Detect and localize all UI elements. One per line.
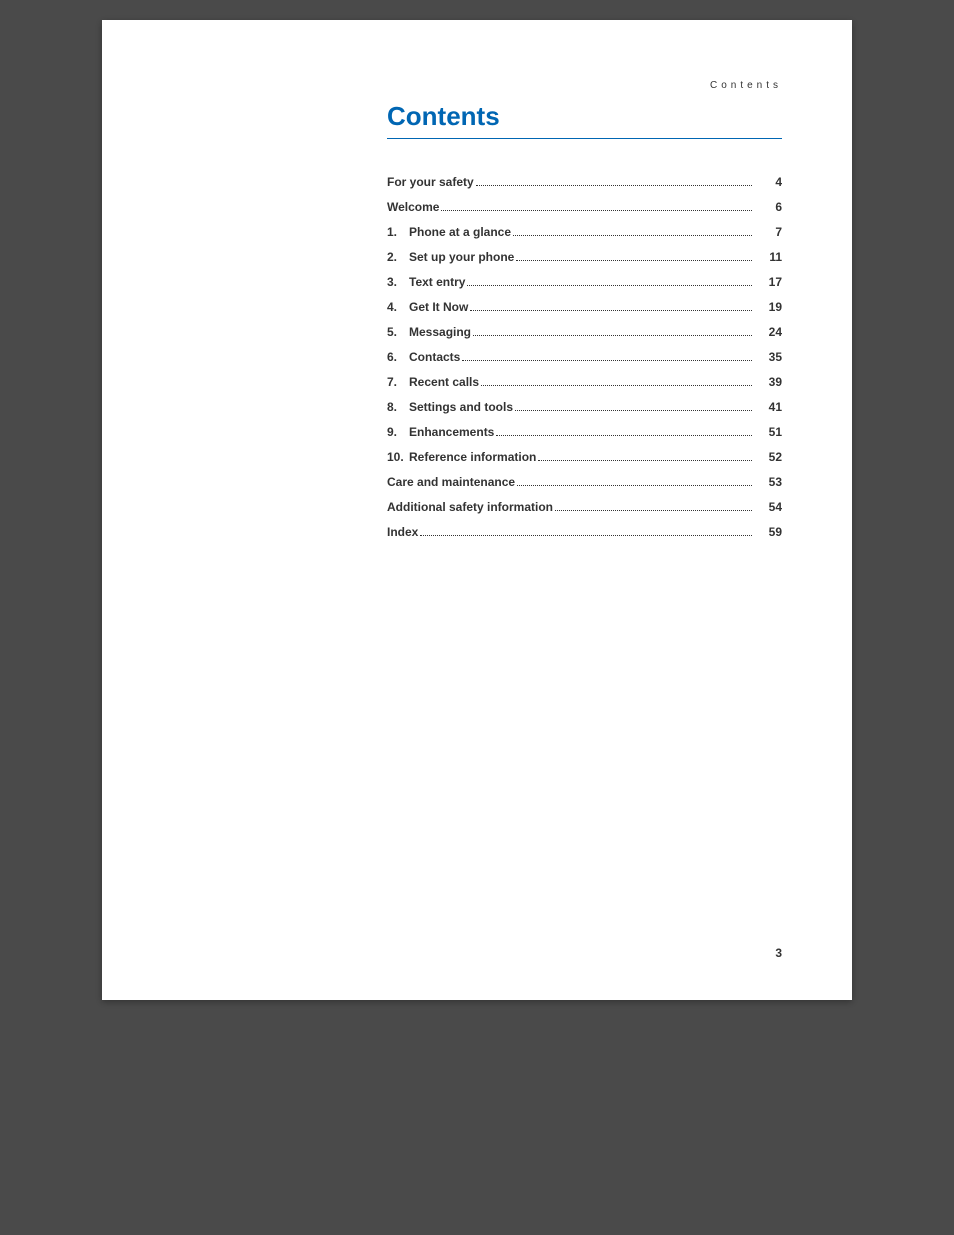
toc-entry[interactable]: 8.Settings and tools 41 bbox=[387, 400, 782, 414]
toc-entry-title: Care and maintenance bbox=[387, 475, 515, 489]
toc-entry-dots bbox=[467, 285, 752, 286]
toc-entry-title: Phone at a glance bbox=[409, 225, 511, 239]
toc-entry-title: For your safety bbox=[387, 175, 474, 189]
content-area: Contents Contents For your safety 4 Welcom… bbox=[387, 80, 782, 539]
toc-entry-dots bbox=[481, 385, 752, 386]
toc-entry[interactable]: 2.Set up your phone 11 bbox=[387, 250, 782, 264]
toc-entry-dots bbox=[538, 460, 752, 461]
toc-entry-page: 7 bbox=[754, 225, 782, 239]
toc-entry[interactable]: 4.Get It Now 19 bbox=[387, 300, 782, 314]
toc-entry-title: Settings and tools bbox=[409, 400, 513, 414]
toc-entry-page: 4 bbox=[754, 175, 782, 189]
toc-entry-dots bbox=[555, 510, 752, 511]
toc-entry-number: 5. bbox=[387, 325, 409, 339]
toc-entry-dots bbox=[516, 260, 752, 261]
toc-entry-page: 39 bbox=[754, 375, 782, 389]
toc-entry-title: Messaging bbox=[409, 325, 471, 339]
toc-entry-number: 6. bbox=[387, 350, 409, 364]
toc-entry-page: 59 bbox=[754, 525, 782, 539]
toc-entry-page: 24 bbox=[754, 325, 782, 339]
toc-entry-dots bbox=[473, 335, 752, 336]
toc-entry[interactable]: Additional safety information 54 bbox=[387, 500, 782, 514]
toc-entry-number: 10. bbox=[387, 450, 409, 464]
toc-entry[interactable]: Welcome 6 bbox=[387, 200, 782, 214]
toc-entry[interactable]: For your safety 4 bbox=[387, 175, 782, 189]
toc-entry-title: Recent calls bbox=[409, 375, 479, 389]
toc-entry[interactable]: 5.Messaging 24 bbox=[387, 325, 782, 339]
toc-entry-dots bbox=[513, 235, 752, 236]
toc-entry-page: 52 bbox=[754, 450, 782, 464]
toc-entry-dots bbox=[462, 360, 752, 361]
toc-entry-page: 41 bbox=[754, 400, 782, 414]
toc-entry-title: Additional safety information bbox=[387, 500, 553, 514]
toc-entry-page: 19 bbox=[754, 300, 782, 314]
toc-entry-number: 1. bbox=[387, 225, 409, 239]
toc-list: For your safety 4 Welcome 6 1.Phone at a gla… bbox=[387, 175, 782, 539]
toc-entry-dots bbox=[470, 310, 752, 311]
toc-entry[interactable]: 6.Contacts 35 bbox=[387, 350, 782, 364]
toc-entry-page: 53 bbox=[754, 475, 782, 489]
toc-entry-number: 4. bbox=[387, 300, 409, 314]
header-label: Contents bbox=[387, 80, 782, 91]
toc-entry[interactable]: 10.Reference information 52 bbox=[387, 450, 782, 464]
document-page: Contents Contents For your safety 4 Welcom… bbox=[102, 20, 852, 1000]
toc-entry-page: 11 bbox=[754, 250, 782, 264]
toc-entry-number: 3. bbox=[387, 275, 409, 289]
toc-entry-dots bbox=[441, 210, 752, 211]
toc-entry-number: 9. bbox=[387, 425, 409, 439]
toc-entry-title: Contacts bbox=[409, 350, 460, 364]
toc-entry-title: Enhancements bbox=[409, 425, 494, 439]
toc-entry-title: Text entry bbox=[409, 275, 465, 289]
toc-entry-page: 54 bbox=[754, 500, 782, 514]
toc-entry-page: 17 bbox=[754, 275, 782, 289]
toc-entry-title: Get It Now bbox=[409, 300, 468, 314]
toc-entry-dots bbox=[515, 410, 752, 411]
toc-entry[interactable]: 9.Enhancements 51 bbox=[387, 425, 782, 439]
toc-entry[interactable]: 3.Text entry 17 bbox=[387, 275, 782, 289]
page-title: Contents bbox=[387, 101, 782, 139]
toc-entry-page: 51 bbox=[754, 425, 782, 439]
toc-entry-title: Index bbox=[387, 525, 418, 539]
toc-entry-page: 6 bbox=[754, 200, 782, 214]
toc-entry-number: 8. bbox=[387, 400, 409, 414]
toc-entry-page: 35 bbox=[754, 350, 782, 364]
toc-entry-number: 7. bbox=[387, 375, 409, 389]
toc-entry-dots bbox=[476, 185, 752, 186]
toc-entry-dots bbox=[420, 535, 752, 536]
toc-entry-title: Reference information bbox=[409, 450, 536, 464]
page-number: 3 bbox=[775, 946, 782, 960]
toc-entry[interactable]: 7.Recent calls 39 bbox=[387, 375, 782, 389]
toc-entry[interactable]: Care and maintenance 53 bbox=[387, 475, 782, 489]
toc-entry-title: Welcome bbox=[387, 200, 439, 214]
toc-entry[interactable]: 1.Phone at a glance 7 bbox=[387, 225, 782, 239]
toc-entry[interactable]: Index 59 bbox=[387, 525, 782, 539]
toc-entry-title: Set up your phone bbox=[409, 250, 514, 264]
toc-entry-dots bbox=[496, 435, 752, 436]
toc-entry-dots bbox=[517, 485, 752, 486]
toc-entry-number: 2. bbox=[387, 250, 409, 264]
